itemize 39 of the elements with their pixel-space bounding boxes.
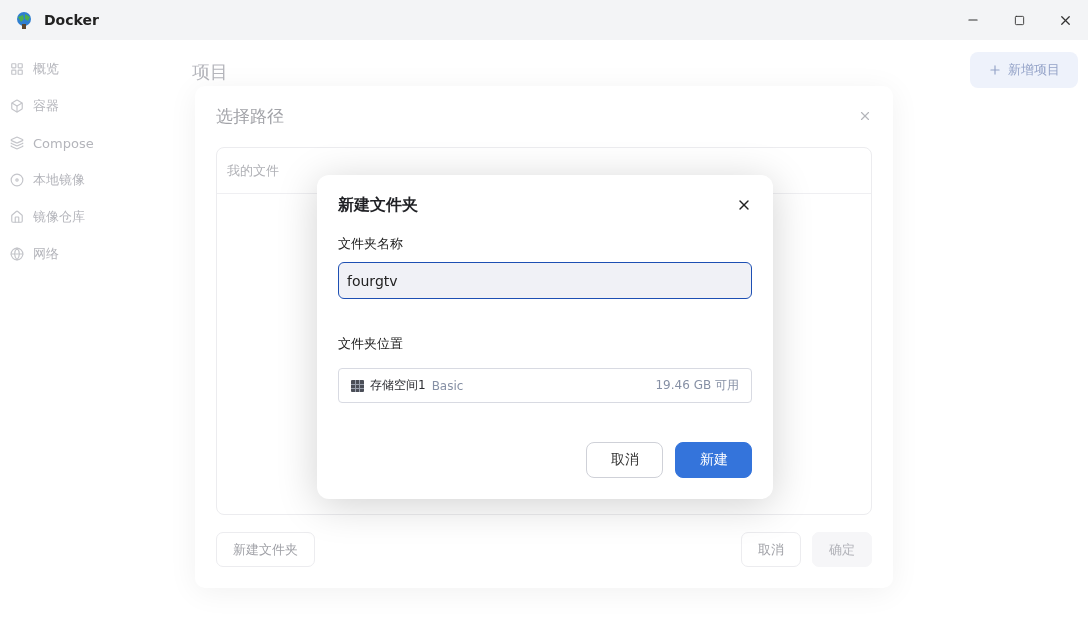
sidebar-item[interactable]: 网络 <box>10 242 180 266</box>
field-label: 文件夹位置 <box>338 335 404 353</box>
breadcrumb-link[interactable]: 我的文件 <box>227 161 279 180</box>
sidebar-item[interactable]: 本地镜像 <box>10 168 180 192</box>
volume-name: 存储空间1 <box>370 377 426 394</box>
close-icon <box>858 109 872 123</box>
layers-icon <box>10 136 24 150</box>
sidebar-item[interactable]: 概览 <box>10 57 180 81</box>
cancel-button[interactable]: 取消 <box>586 442 663 478</box>
sidebar-label: 本地镜像 <box>33 171 85 189</box>
free-space: 19.46 GB 可用 <box>655 377 739 394</box>
sidebar-label: 容器 <box>33 97 59 115</box>
sidebar-label: 镜像仓库 <box>33 208 85 226</box>
dialog-button[interactable]: 新建文件夹 <box>216 532 315 567</box>
house-icon <box>10 210 24 224</box>
sidebar-item[interactable]: 镜像仓库 <box>10 205 180 229</box>
add-project-button[interactable]: 新增项目 <box>970 52 1078 88</box>
grid-icon <box>10 62 24 76</box>
globe-icon <box>10 247 24 261</box>
plus-icon <box>988 63 1002 77</box>
volume-type: Basic <box>431 378 464 393</box>
sidebar-item[interactable]: 容器 <box>10 94 180 118</box>
sidebar-item[interactable]: Compose <box>10 131 180 155</box>
dialog-button[interactable]: 取消 <box>741 532 801 567</box>
sidebar-label: Compose <box>33 135 94 151</box>
window-title: Docker <box>44 12 99 28</box>
maximize-icon <box>1013 14 1025 26</box>
field-label: 文件夹名称 <box>338 235 404 253</box>
create-button[interactable]: 新建 <box>675 442 752 478</box>
cube-icon <box>10 99 24 113</box>
sidebar-label: 概览 <box>33 60 59 78</box>
disc-icon <box>10 173 24 187</box>
dialog-title: 选择路径 <box>216 104 284 128</box>
folder-name-field[interactable]: fourgtv <box>338 262 752 299</box>
storage-icon <box>351 379 364 392</box>
location-field[interactable]: 存储空间1 Basic 19.46 GB 可用 <box>338 368 752 403</box>
dialog-title: 新建文件夹 <box>338 194 418 216</box>
page-title: 项目 <box>192 60 228 84</box>
sidebar-label: 网络 <box>33 245 59 263</box>
